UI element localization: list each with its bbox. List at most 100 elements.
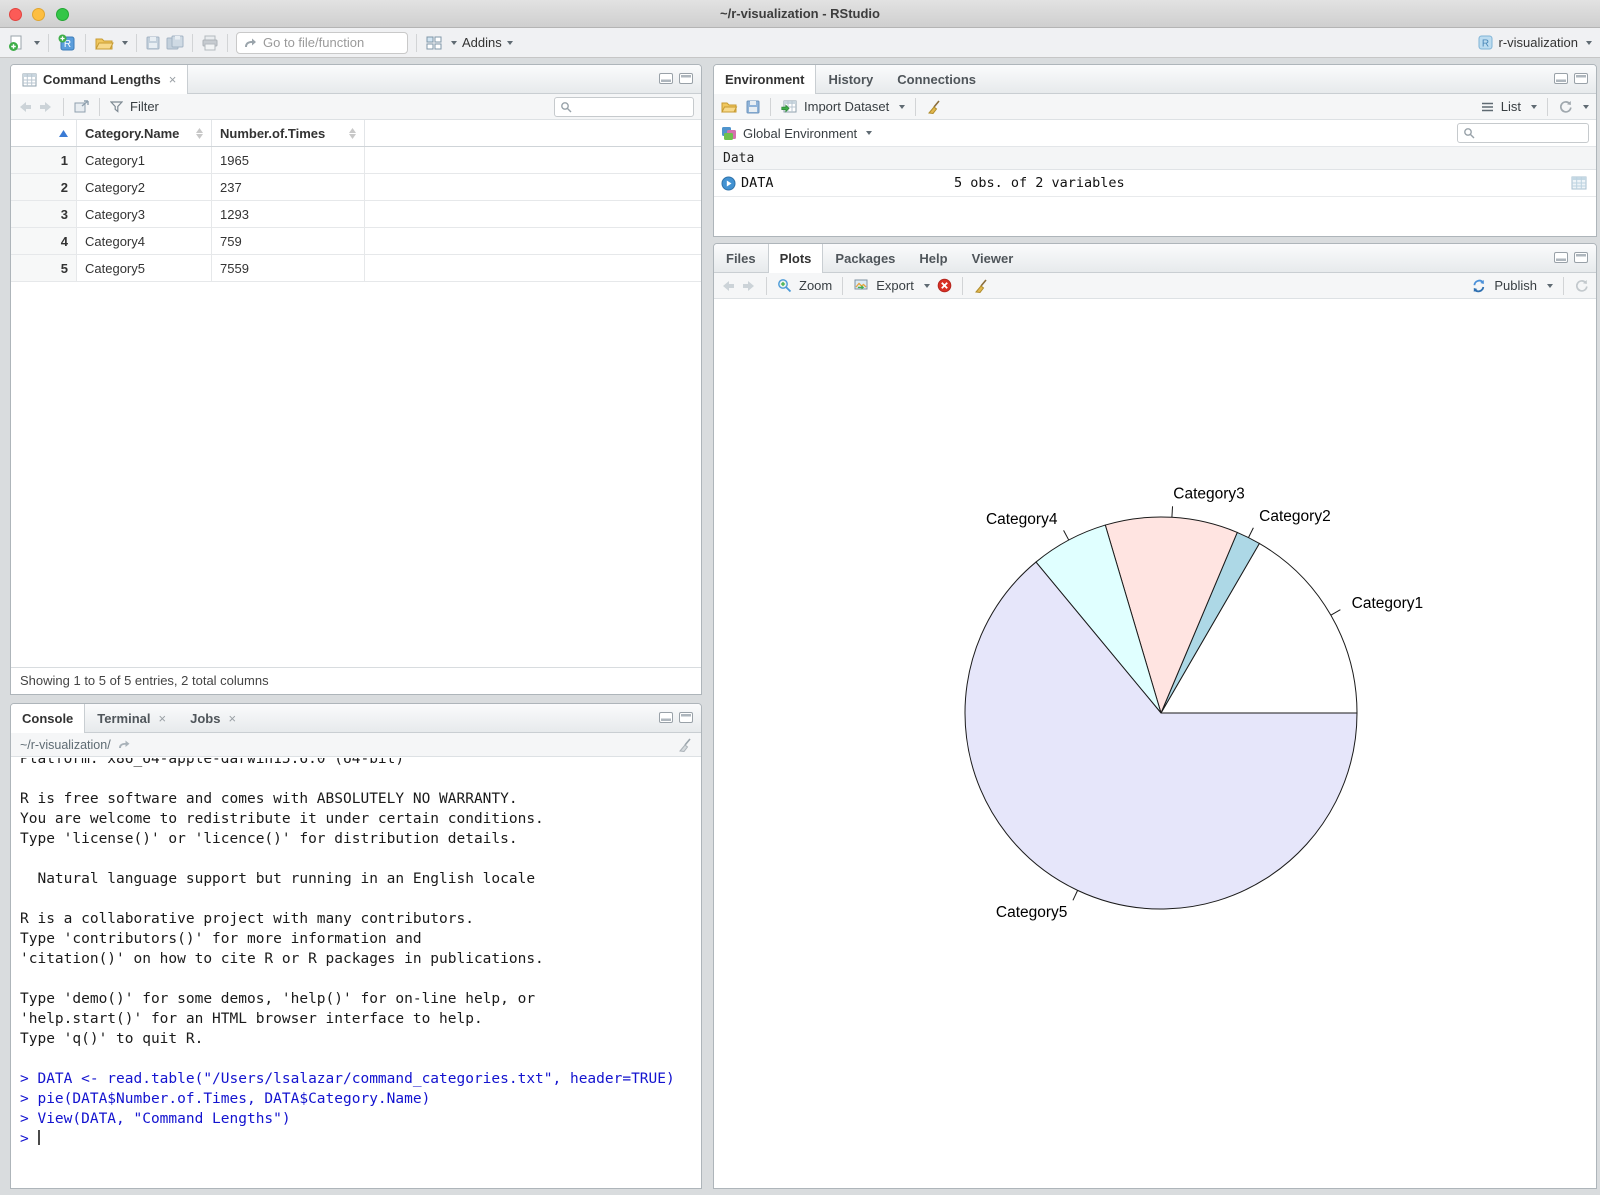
sort-toggle-icon[interactable] — [349, 127, 356, 139]
maximize-pane-icon[interactable] — [1574, 252, 1588, 263]
export-plot-label[interactable]: Export — [876, 278, 914, 293]
import-dataset-label[interactable]: Import Dataset — [804, 99, 889, 114]
tab-terminal[interactable]: Terminal × — [85, 704, 178, 732]
tab-plots[interactable]: Plots — [767, 244, 824, 273]
environment-toolbar: Import Dataset List — [714, 94, 1596, 120]
maximize-pane-icon[interactable] — [679, 712, 693, 723]
next-plot-icon[interactable] — [742, 280, 756, 292]
import-dataset-caret-icon[interactable] — [899, 104, 906, 109]
remove-plot-icon[interactable] — [937, 278, 952, 293]
new-file-dropdown[interactable] — [34, 40, 40, 45]
column-header-category-name[interactable]: Category.Name — [77, 120, 212, 146]
save-workspace-icon[interactable] — [746, 100, 760, 114]
view-table-icon[interactable] — [1571, 176, 1587, 190]
refresh-plot-icon[interactable] — [1574, 279, 1589, 293]
table-cell: Category4 — [77, 228, 212, 254]
project-caret-icon — [1586, 40, 1592, 45]
minimize-pane-icon[interactable] — [1554, 252, 1568, 263]
load-workspace-icon[interactable] — [721, 100, 739, 114]
project-menu[interactable]: R r-visualization — [1477, 34, 1592, 51]
nav-back-icon[interactable] — [18, 101, 32, 113]
maximize-pane-icon[interactable] — [679, 73, 693, 84]
tab-console[interactable]: Console — [11, 704, 86, 733]
minimize-pane-icon[interactable] — [1554, 73, 1568, 84]
environment-search-input[interactable] — [1457, 123, 1589, 143]
addins-menu[interactable]: Addins — [462, 35, 513, 50]
column-header-number-of-times[interactable]: Number.of.Times — [212, 120, 365, 146]
tab-help[interactable]: Help — [907, 244, 959, 272]
sort-toggle-icon[interactable] — [196, 127, 203, 139]
table-row[interactable]: 5 Category5 7559 — [11, 255, 701, 282]
console-output-line: Type 'demo()' for some demos, 'help()' f… — [20, 991, 536, 1007]
environment-scope-label[interactable]: Global Environment — [743, 126, 857, 141]
new-file-icon[interactable] — [8, 34, 26, 52]
goto-directory-icon[interactable] — [117, 739, 131, 750]
tab-label: Files — [726, 250, 756, 266]
publish-icon[interactable] — [1471, 279, 1487, 293]
expand-object-icon[interactable] — [721, 176, 736, 191]
nav-forward-icon[interactable] — [39, 101, 53, 113]
tab-packages[interactable]: Packages — [823, 244, 907, 272]
list-view-label[interactable]: List — [1501, 99, 1521, 114]
filter-label[interactable]: Filter — [130, 99, 159, 114]
open-file-dropdown[interactable] — [122, 40, 128, 45]
tab-jobs[interactable]: Jobs × — [178, 704, 248, 732]
table-row[interactable]: 3 Category3 1293 — [11, 201, 701, 228]
print-icon[interactable] — [201, 35, 219, 51]
zoom-plot-label[interactable]: Zoom — [799, 278, 832, 293]
clear-console-icon broom-icon[interactable] — [677, 737, 692, 752]
import-dataset-icon[interactable] — [781, 100, 797, 113]
clear-environment-icon broom-icon[interactable] — [926, 99, 941, 114]
table-cell: 237 — [212, 174, 365, 200]
data-viewer-tabbar: Command Lengths × — [11, 65, 701, 94]
tab-viewer[interactable]: Viewer — [960, 244, 1026, 272]
close-tab-icon[interactable]: × — [169, 72, 177, 87]
table-row[interactable]: 1 Category1 1965 — [11, 147, 701, 174]
goto-file-input[interactable]: Go to file/function — [236, 31, 408, 54]
list-view-caret-icon[interactable] — [1531, 104, 1537, 109]
new-project-icon[interactable]: R — [57, 33, 77, 53]
close-tab-icon[interactable]: × — [228, 711, 236, 726]
tab-environment[interactable]: Environment — [714, 65, 817, 94]
minimize-pane-icon[interactable] — [659, 73, 673, 84]
pie-label: Category2 — [1259, 508, 1331, 525]
table-row[interactable]: 4 Category4 759 — [11, 228, 701, 255]
minimize-pane-icon[interactable] — [659, 712, 673, 723]
publish-label[interactable]: Publish — [1494, 278, 1537, 293]
row-number-header[interactable] — [11, 120, 77, 146]
open-file-icon[interactable] — [94, 35, 114, 51]
environment-entry-data[interactable]: DATA 5 obs. of 2 variables — [714, 170, 1596, 197]
search-icon — [1463, 127, 1475, 139]
save-all-icon[interactable] — [166, 35, 184, 51]
clear-plots-icon broom-icon[interactable] — [973, 278, 988, 293]
save-icon[interactable] — [145, 35, 161, 51]
column-header-label: Category.Name — [85, 125, 180, 141]
tab-files[interactable]: Files — [714, 244, 768, 272]
panes-layout-dropdown[interactable] — [451, 40, 457, 45]
text-cursor — [38, 1130, 41, 1145]
tab-history[interactable]: History — [816, 65, 885, 93]
plot-canvas: Category1 Category2 Category3 Category4 Cate… — [714, 299, 1596, 1188]
console-output[interactable]: Platform: x86_64-apple-darwin15.6.0 (64-… — [11, 758, 701, 1188]
refresh-icon[interactable] — [1558, 100, 1573, 114]
pie-label-tick — [1072, 890, 1079, 901]
refresh-caret-icon[interactable] — [1583, 104, 1589, 109]
pie-label: Category1 — [1352, 595, 1424, 612]
panes-layout-icon[interactable] — [425, 35, 443, 51]
popout-window-icon[interactable] — [74, 100, 89, 113]
zoom-plot-icon[interactable] — [777, 278, 792, 293]
close-tab-icon[interactable]: × — [159, 711, 167, 726]
maximize-pane-icon[interactable] — [1574, 73, 1588, 84]
export-caret-icon[interactable] — [923, 283, 930, 288]
table-row[interactable]: 2 Category2 237 — [11, 174, 701, 201]
previous-plot-icon[interactable] — [721, 280, 735, 292]
publish-caret-icon[interactable] — [1547, 283, 1553, 288]
tab-command-lengths[interactable]: Command Lengths × — [11, 65, 189, 94]
environment-scope-caret-icon[interactable] — [866, 131, 873, 135]
pie-label-tick — [1063, 530, 1070, 541]
toolbar-separator — [136, 33, 137, 52]
tab-connections[interactable]: Connections — [885, 65, 988, 93]
export-plot-icon[interactable] — [853, 279, 869, 293]
table-search-input[interactable] — [554, 96, 694, 117]
filter-icon[interactable] — [110, 100, 123, 113]
